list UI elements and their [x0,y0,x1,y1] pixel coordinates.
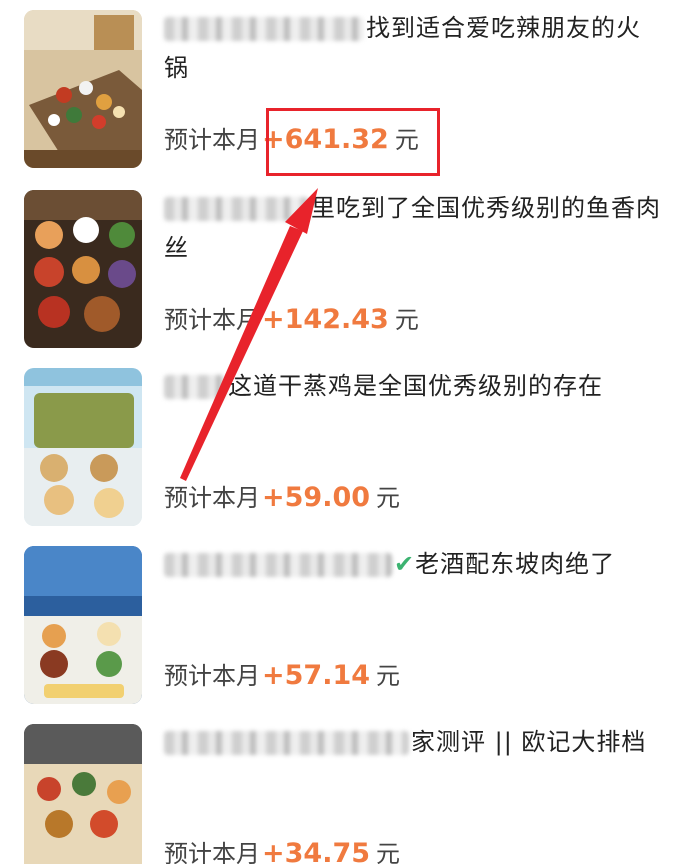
blurred-author [164,197,309,221]
list-item[interactable]: 这道干蒸鸡是全国优秀级别的存在 预计本月+59.00 元 [0,358,683,536]
earnings-label: 预计本月 [164,126,260,154]
earnings-unit: 元 [376,484,401,512]
blurred-author [164,17,364,41]
earnings-label: 预计本月 [164,484,260,512]
earnings-label: 预计本月 [164,306,260,334]
earnings-row: 预计本月+59.00 元 [164,480,400,516]
earnings-unit: 元 [376,840,401,864]
title-text: 这道干蒸鸡是全国优秀级别的存在 [228,372,603,400]
list-item[interactable]: 家测评 || 欧记大排档 预计本月+34.75 元 [0,714,683,864]
earnings-row: 预计本月+34.75 元 [164,836,400,864]
item-title: 这道干蒸鸡是全国优秀级别的存在 [164,366,664,406]
earnings-amount: +57.14 [262,660,371,691]
earnings-amount: +142.43 [262,304,389,335]
list-item[interactable]: 找到适合爱吃辣朋友的火锅 预计本月+641.32 元 [0,0,683,178]
title-text: 老酒配东坡肉绝了 [415,550,616,578]
title-text: 家测评 || 欧记大排档 [411,728,647,756]
earnings-row: 预计本月+57.14 元 [164,658,400,694]
thumbnail-image[interactable] [24,724,142,864]
item-title: ✔老酒配东坡肉绝了 [164,544,664,584]
earnings-list: 找到适合爱吃辣朋友的火锅 预计本月+641.32元 里吃到了全国优秀级别的鱼香 [0,0,683,864]
blurred-author [164,375,226,399]
earnings-unit: 元 [394,306,419,334]
item-title: 里吃到了全国优秀级别的鱼香肉丝 [164,188,664,268]
thumbnail-image[interactable] [24,546,142,704]
blurred-author [164,731,409,755]
item-title: 找到适合爱吃辣朋友的火锅 [164,8,664,88]
earnings-row: 预计本月+142.43 元 [164,302,419,338]
thumbnail-image[interactable] [24,368,142,526]
blurred-author [164,553,392,577]
thumbnail-image[interactable] [24,190,142,348]
earnings-unit: 元 [376,662,401,690]
checkmark-icon: ✔ [394,550,416,578]
earnings-label: 预计本月 [164,662,260,690]
highlight-box [266,108,440,176]
earnings-label: 预计本月 [164,840,260,864]
list-item[interactable]: 里吃到了全国优秀级别的鱼香肉丝 预计本月+142.43 元 [0,180,683,358]
thumbnail-image[interactable] [24,10,142,168]
earnings-amount: +59.00 [262,482,371,513]
earnings-amount: +34.75 [262,838,371,864]
item-title: 家测评 || 欧记大排档 [164,722,664,762]
list-item[interactable]: ✔老酒配东坡肉绝了 预计本月+57.14 元 [0,536,683,714]
